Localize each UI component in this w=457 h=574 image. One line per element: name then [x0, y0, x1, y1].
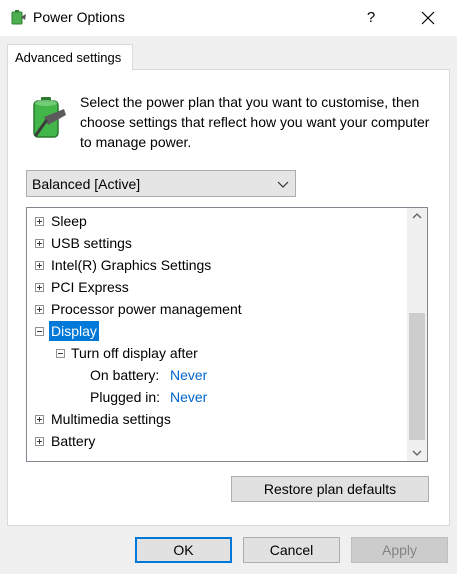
tree-item-label: Battery	[51, 433, 96, 449]
window-title: Power Options	[33, 9, 125, 25]
cancel-button[interactable]: Cancel	[243, 537, 340, 563]
expand-plus-icon[interactable]	[35, 217, 44, 226]
tab-advanced-settings[interactable]: Advanced settings	[7, 44, 133, 70]
tree-item-usb-settings[interactable]: USB settings	[27, 233, 407, 253]
tree-item-display[interactable]: Display	[27, 321, 407, 341]
close-icon	[421, 11, 435, 25]
tree-item-sleep[interactable]: Sleep	[27, 211, 407, 231]
expand-plus-icon[interactable]	[35, 415, 44, 424]
tree-item-plugged-in[interactable]: Plugged in: Never	[27, 387, 407, 407]
expand-plus-icon[interactable]	[35, 239, 44, 248]
tree-item-turn-off-display[interactable]: Turn off display after	[27, 343, 407, 363]
close-button[interactable]	[410, 0, 446, 36]
setting-label: Plugged in:	[90, 389, 161, 405]
setting-label: On battery:	[90, 367, 160, 383]
tab-label: Advanced settings	[15, 50, 122, 65]
tree-item-label: Sleep	[51, 213, 87, 229]
scroll-down-button[interactable]	[407, 444, 427, 461]
power-plan-dropdown[interactable]: Balanced [Active]	[26, 170, 296, 197]
expand-plus-icon[interactable]	[35, 437, 44, 446]
tree-item-label: Multimedia settings	[51, 411, 171, 427]
battery-plug-icon	[33, 97, 66, 138]
tree-item-processor-power[interactable]: Processor power management	[27, 299, 407, 319]
ok-button[interactable]: OK	[135, 537, 232, 563]
collapse-minus-icon[interactable]	[56, 349, 65, 358]
tree-item-label: USB settings	[51, 235, 132, 251]
tree-item-battery[interactable]: Battery	[27, 431, 407, 451]
expand-plus-icon[interactable]	[35, 261, 44, 270]
power-plan-selected-value: Balanced [Active]	[32, 176, 141, 192]
tree-item-label: Intel(R) Graphics Settings	[51, 257, 212, 273]
tree-item-multimedia[interactable]: Multimedia settings	[27, 409, 407, 429]
apply-button[interactable]: Apply	[351, 537, 448, 563]
tree-item-label: Turn off display after	[71, 345, 198, 361]
restore-plan-defaults-button[interactable]: Restore plan defaults	[231, 476, 429, 502]
tree-item-intel-graphics[interactable]: Intel(R) Graphics Settings	[27, 255, 407, 275]
on-battery-value-link[interactable]: Never	[170, 365, 207, 385]
tree-item-label: PCI Express	[51, 279, 129, 295]
settings-tree[interactable]: Sleep USB settings Intel(R) Graphics Set…	[26, 207, 428, 462]
scroll-up-button[interactable]	[407, 208, 427, 225]
title-bar: Power Options ?	[0, 0, 457, 36]
tree-item-label: Processor power management	[51, 301, 242, 317]
plan-description: Select the power plan that you want to c…	[80, 94, 430, 150]
tree-scrollbar[interactable]	[407, 208, 427, 461]
scrollbar-thumb[interactable]	[409, 313, 425, 440]
chevron-down-icon	[412, 450, 422, 456]
plugged-in-value-link[interactable]: Never	[170, 387, 207, 407]
chevron-down-icon	[277, 181, 289, 188]
power-options-icon	[11, 10, 26, 25]
chevron-up-icon	[412, 213, 422, 219]
tree-item-pci-express[interactable]: PCI Express	[27, 277, 407, 297]
tree-item-label-selected: Display	[49, 321, 99, 341]
expand-plus-icon[interactable]	[35, 305, 44, 314]
collapse-minus-icon[interactable]	[35, 327, 44, 336]
expand-plus-icon[interactable]	[35, 283, 44, 292]
tree-item-on-battery[interactable]: On battery: Never	[27, 365, 407, 385]
help-button[interactable]: ?	[355, 0, 387, 36]
